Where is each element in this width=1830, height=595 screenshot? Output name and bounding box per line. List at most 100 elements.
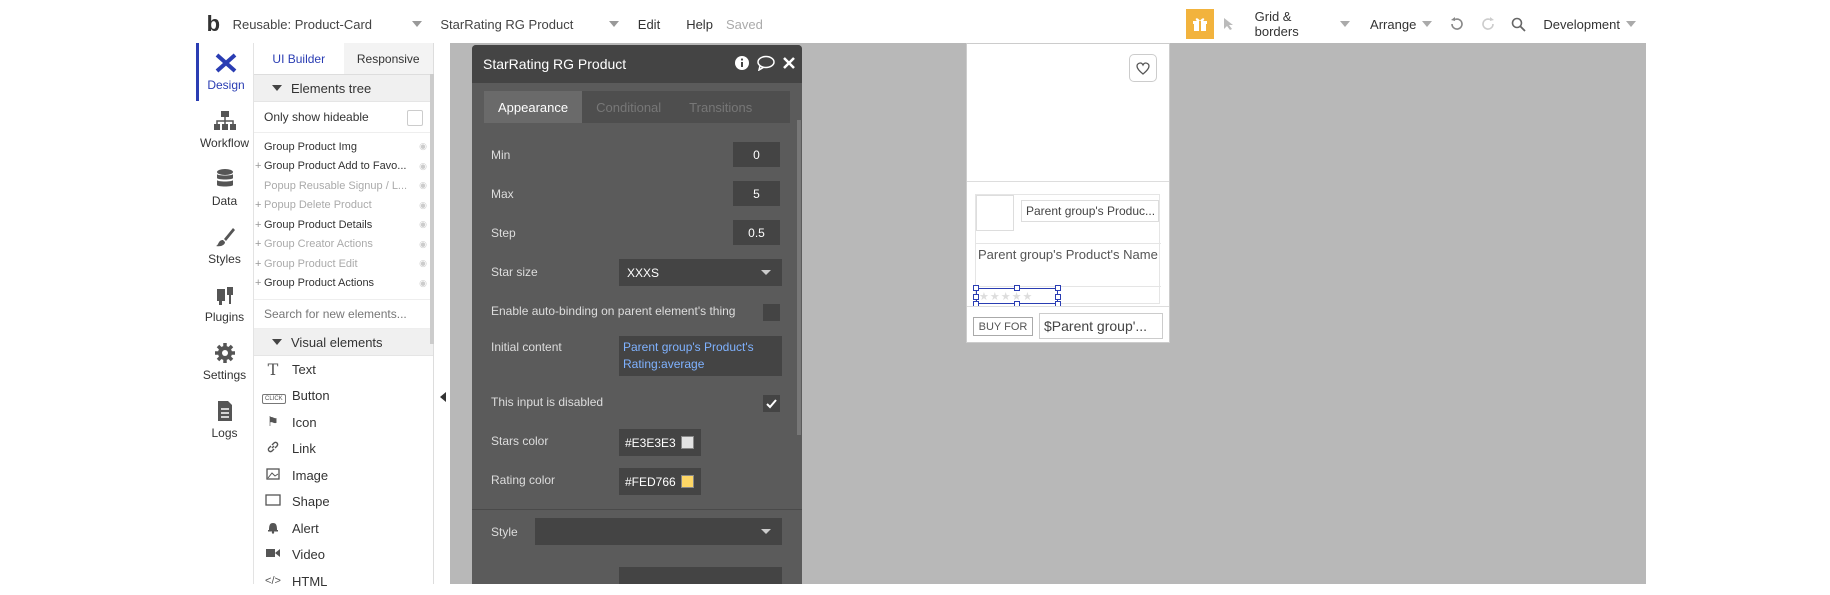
element-select[interactable]: StarRating RG Product [434, 0, 624, 48]
rating-color-input[interactable]: #FED766 [619, 468, 701, 495]
creator-name-text[interactable]: Parent group's Produc... [1021, 200, 1159, 222]
eye-icon[interactable]: ◉ [419, 258, 427, 269]
rating-color-swatch[interactable] [681, 475, 694, 488]
search-icon[interactable] [1503, 0, 1533, 48]
visual-element-image[interactable]: Image [254, 462, 433, 489]
nav-design[interactable]: Design [196, 43, 253, 101]
undo-icon[interactable] [1442, 0, 1472, 48]
visual-element-button[interactable]: CLICK Button [254, 383, 433, 410]
cursor-icon[interactable] [1214, 0, 1244, 48]
collapse-panel-arrow-icon[interactable] [440, 392, 446, 402]
disabled-checkbox[interactable] [763, 395, 780, 412]
app: b Reusable: Product-Card StarRating RG P… [0, 0, 1830, 589]
menu-help[interactable]: Help [673, 0, 726, 48]
resize-handle[interactable] [973, 285, 979, 291]
grid-borders-dropdown[interactable]: Grid & borders [1245, 9, 1360, 39]
eye-icon[interactable]: ◉ [419, 180, 427, 191]
chevron-down-icon [1340, 21, 1351, 27]
menu-edit[interactable]: Edit [625, 0, 673, 48]
tab-appearance[interactable]: Appearance [484, 91, 583, 123]
visual-element-link[interactable]: Link [254, 436, 433, 463]
visual-element-text[interactable]: T Text [254, 356, 433, 383]
search-elements-input[interactable]: Search for new elements... [254, 299, 433, 329]
initial-content-expression[interactable]: Parent group's Product's Rating:average [619, 336, 782, 376]
only-show-hideable-checkbox[interactable] [407, 110, 423, 126]
stars-color-input[interactable]: #E3E3E3 [619, 429, 701, 456]
star-size-select[interactable]: XXXS [619, 259, 782, 286]
eye-icon[interactable]: ◉ [419, 141, 427, 152]
product-details-group[interactable]: Parent group's Produc... Parent group's … [973, 194, 1161, 307]
min-input[interactable]: 0 [733, 142, 780, 167]
nav-settings[interactable]: Settings [196, 333, 253, 391]
expand-plus-icon[interactable]: + [255, 238, 261, 250]
environment-dropdown[interactable]: Development [1533, 17, 1646, 32]
product-card-preview[interactable]: Parent group's Produc... Parent group's … [966, 43, 1170, 343]
visual-element-alert[interactable]: Alert [254, 515, 433, 542]
eye-icon[interactable]: ◉ [419, 278, 427, 289]
comment-icon[interactable] [757, 55, 775, 75]
chevron-down-icon [761, 529, 771, 534]
expand-plus-icon[interactable]: + [255, 219, 261, 231]
eye-icon[interactable]: ◉ [419, 239, 427, 250]
visual-element-icon[interactable]: ⚑ Icon [254, 409, 433, 436]
product-name-text[interactable]: Parent group's Product's Name [976, 243, 1161, 287]
product-actions-group[interactable]: BUY FOR $Parent group'... [967, 306, 1169, 342]
nav-logs[interactable]: Logs [196, 391, 253, 449]
resize-handle[interactable] [1055, 285, 1061, 291]
tab-responsive[interactable]: Responsive [343, 43, 433, 74]
eye-icon[interactable]: ◉ [419, 219, 427, 230]
price-text[interactable]: $Parent group'... [1039, 313, 1163, 339]
bubble-logo[interactable]: b [200, 0, 227, 48]
creator-avatar[interactable] [976, 195, 1014, 231]
tree-item[interactable]: Popup Reusable Signup / L... ◉ [254, 176, 433, 196]
close-icon[interactable] [782, 55, 796, 75]
max-label: Max [491, 186, 514, 201]
tree-item[interactable]: Group Product Img ◉ [254, 137, 433, 157]
elements-tree-header[interactable]: Elements tree [254, 75, 433, 102]
tree-item[interactable]: + Popup Delete Product ◉ [254, 196, 433, 216]
visual-elements-header[interactable]: Visual elements [254, 329, 433, 356]
stars-color-swatch[interactable] [681, 436, 694, 449]
tab-ui-builder[interactable]: UI Builder [254, 43, 344, 74]
nav-workflow[interactable]: Workflow [196, 101, 253, 159]
eye-icon[interactable]: ◉ [419, 200, 427, 211]
tree-item[interactable]: + Group Product Add to Favo... ◉ [254, 157, 433, 177]
visual-element-shape[interactable]: Shape [254, 489, 433, 516]
info-icon[interactable] [734, 55, 750, 75]
tree-item[interactable]: + Group Product Actions ◉ [254, 274, 433, 294]
style-select[interactable] [535, 518, 782, 545]
tab-conditional[interactable]: Conditional [582, 91, 675, 123]
eye-icon[interactable]: ◉ [419, 161, 427, 172]
gift-icon[interactable] [1185, 9, 1215, 39]
redo-icon[interactable] [1473, 0, 1503, 48]
expand-plus-icon[interactable]: + [255, 277, 261, 289]
resize-handle[interactable] [1055, 294, 1061, 300]
expand-plus-icon[interactable]: + [255, 160, 261, 172]
arrange-dropdown[interactable]: Arrange [1360, 17, 1442, 32]
visual-element-video[interactable]: Video [254, 542, 433, 569]
resize-handle[interactable] [1014, 285, 1020, 291]
tree-item[interactable]: + Group Creator Actions ◉ [254, 235, 433, 255]
step-input[interactable]: 0.5 [733, 220, 780, 245]
star-size-row: Star size XXXS [472, 252, 802, 291]
favorite-heart-icon[interactable] [1129, 54, 1157, 82]
resize-handle[interactable] [973, 294, 979, 300]
tab-transitions[interactable]: Transitions [675, 91, 766, 123]
elements-panel-scrollbar[interactable] [430, 74, 434, 344]
expand-plus-icon[interactable]: + [255, 199, 261, 211]
nav-styles[interactable]: Styles [196, 217, 253, 275]
expand-plus-icon[interactable]: + [255, 258, 261, 270]
buy-for-button[interactable]: BUY FOR [973, 317, 1033, 336]
next-field[interactable] [619, 567, 782, 584]
visual-element-html[interactable]: </> HTML [254, 568, 433, 595]
page-select[interactable]: Reusable: Product-Card [227, 0, 429, 48]
autobind-checkbox[interactable] [763, 304, 780, 321]
property-editor-header[interactable]: StarRating RG Product [472, 45, 802, 83]
nav-data[interactable]: Data [196, 159, 253, 217]
max-input[interactable]: 5 [733, 181, 780, 206]
tree-item[interactable]: + Group Product Details ◉ [254, 215, 433, 235]
chevron-down-icon [608, 21, 619, 27]
tree-item[interactable]: + Group Product Edit ◉ [254, 254, 433, 274]
property-editor-scrollbar[interactable] [797, 120, 801, 435]
nav-plugins[interactable]: Plugins [196, 275, 253, 333]
